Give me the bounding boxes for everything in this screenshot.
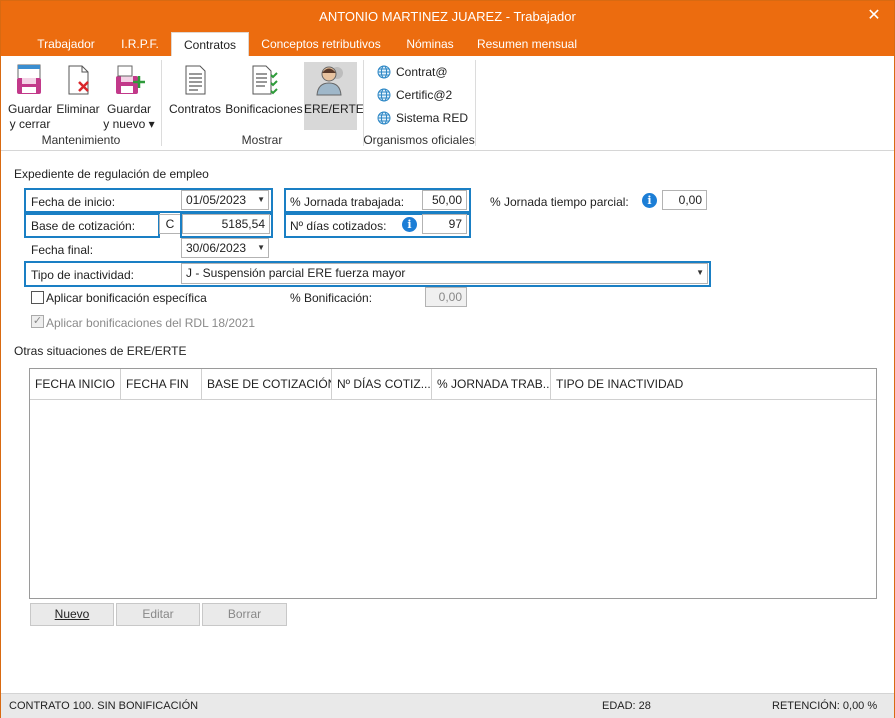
base-value-field[interactable]: 5185,54	[182, 214, 270, 234]
dias-field[interactable]: 97	[422, 214, 467, 234]
ribbon-separator	[475, 60, 476, 146]
status-retencion: RETENCIÓN: 0,00 %	[772, 700, 878, 712]
tab-conceptos-retributivos[interactable]: Conceptos retributivos	[249, 32, 393, 56]
jornada-parcial-field[interactable]: 0,00	[662, 190, 707, 210]
info-icon[interactable]: i	[642, 193, 657, 208]
sistema-red-button[interactable]: Sistema RED	[377, 109, 468, 127]
column-dias-cotizados[interactable]: Nº DÍAS COTIZ...	[332, 369, 432, 400]
column-base-cotizacion[interactable]: BASE DE COTIZACIÓN	[202, 369, 332, 400]
bonificaciones-button[interactable]: Bonificaciones	[225, 62, 303, 117]
jornada-label: % Jornada trabajada:	[290, 195, 405, 209]
bonif-especifica-label: Aplicar bonificación específica	[46, 291, 207, 305]
bonif-rdl-checkbox: ✓	[31, 315, 44, 328]
ere-erte-button[interactable]: ERE/ERTE	[304, 62, 364, 130]
jornada-parcial-label: % Jornada tiempo parcial:	[490, 195, 629, 209]
close-icon[interactable]: ✕	[864, 1, 884, 32]
chevron-down-icon[interactable]: ▼	[696, 264, 704, 282]
contrata-button[interactable]: Contrat@	[377, 63, 448, 81]
status-contrato: CONTRATO 100. SIN BONIFICACIÓN	[9, 700, 199, 712]
eliminar-button[interactable]: Eliminar	[55, 62, 101, 117]
tab-contratos[interactable]: Contratos	[171, 32, 249, 57]
contrata-label: Contrat@	[396, 65, 448, 79]
globe-icon	[377, 65, 391, 79]
title-bar: ANTONIO MARTINEZ JUAREZ - Trabajador ✕	[1, 1, 894, 32]
group-mantenimiento-label: Mantenimiento	[41, 133, 121, 147]
dias-label: Nº días cotizados:	[290, 219, 387, 233]
contract-document-icon	[185, 65, 206, 95]
sistema-red-label: Sistema RED	[396, 111, 469, 125]
tab-nominas[interactable]: Nóminas	[393, 32, 467, 56]
save-new-icon	[116, 65, 145, 94]
status-bar: CONTRATO 100. SIN BONIFICACIÓN EDAD: 28 …	[1, 693, 894, 718]
column-jornada[interactable]: % JORNADA TRAB...	[432, 369, 551, 400]
otras-title: Otras situaciones de ERE/ERTE	[14, 344, 187, 358]
bonificaciones-label: Bonificaciones	[225, 102, 303, 116]
contratos-button[interactable]: Contratos	[167, 62, 223, 117]
contratos-label: Contratos	[168, 102, 222, 116]
borrar-label: Borrar	[227, 607, 262, 621]
info-icon[interactable]: i	[402, 217, 417, 232]
column-fecha-fin[interactable]: FECHA FIN	[121, 369, 202, 400]
table-header: FECHA INICIO FECHA FIN BASE DE COTIZACIÓ…	[30, 369, 876, 400]
base-label: Base de cotización:	[31, 219, 136, 233]
bonif-rdl-label: Aplicar bonificaciones del RDL 18/2021	[46, 316, 256, 330]
fecha-inicio-label: Fecha de inicio:	[31, 195, 116, 209]
section-title: Expediente de regulación de empleo	[14, 167, 209, 181]
guardar-cerrar-line1: Guardar	[7, 102, 53, 116]
column-fecha-inicio[interactable]: FECHA INICIO	[30, 369, 121, 400]
tab-irpf[interactable]: I.R.P.F.	[109, 32, 171, 56]
guardar-nuevo-line1: Guardar	[106, 102, 152, 116]
bonif-especifica-checkbox[interactable]	[31, 291, 44, 304]
person-icon	[315, 66, 343, 96]
bonif-pct-label: % Bonificación:	[290, 291, 373, 305]
globe-icon	[377, 111, 391, 125]
tipo-label: Tipo de inactividad:	[31, 268, 134, 282]
fecha-final-value: 30/06/2023	[186, 241, 247, 255]
bonif-pct-field: 0,00	[425, 287, 467, 307]
fecha-final-label: Fecha final:	[31, 243, 94, 257]
chevron-down-icon[interactable]: ▼	[257, 239, 265, 257]
editar-label: Editar	[142, 607, 174, 621]
guardar-cerrar-line2: y cerrar	[9, 117, 51, 131]
save-close-icon	[17, 64, 41, 94]
tab-trabajador[interactable]: Trabajador	[23, 32, 109, 56]
bonus-checklist-icon	[252, 65, 278, 95]
nuevo-label: Nuevo	[54, 607, 90, 621]
ribbon: Guardar y cerrar Eliminar Guardar y nuev…	[1, 56, 894, 151]
editar-button[interactable]: Editar	[116, 603, 200, 626]
fecha-inicio-value: 01/05/2023	[186, 193, 247, 207]
jornada-field[interactable]: 50,00	[422, 190, 467, 210]
certifica-label: Certific@2	[396, 88, 453, 102]
tab-bar: Trabajador I.R.P.F. Contratos Conceptos …	[1, 32, 894, 57]
nuevo-button[interactable]: Nuevo	[30, 603, 114, 626]
eliminar-label: Eliminar	[56, 102, 100, 116]
tab-resumen-mensual[interactable]: Resumen mensual	[467, 32, 587, 56]
tipo-value: J - Suspensión parcial ERE fuerza mayor	[186, 266, 406, 280]
ere-erte-panel: Expediente de regulación de empleo Fecha…	[1, 152, 894, 692]
borrar-button[interactable]: Borrar	[202, 603, 287, 626]
column-tipo-inactividad[interactable]: TIPO DE INACTIVIDAD	[551, 369, 876, 400]
chevron-down-icon[interactable]: ▼	[257, 191, 265, 209]
delete-document-icon	[68, 65, 89, 95]
ere-erte-label: ERE/ERTE	[304, 102, 364, 116]
fecha-final-field[interactable]: 30/06/2023 ▼	[181, 238, 269, 258]
guardar-nuevo-button[interactable]: Guardar y nuevo ▾	[103, 62, 155, 132]
group-mostrar-label: Mostrar	[241, 133, 283, 147]
globe-icon	[377, 88, 391, 102]
certifica-button[interactable]: Certific@2	[377, 86, 452, 104]
window-title: ANTONIO MARTINEZ JUAREZ - Trabajador	[319, 9, 576, 24]
group-organismos-label: Organismos oficiales	[363, 133, 475, 147]
fecha-inicio-field[interactable]: 01/05/2023 ▼	[181, 190, 269, 210]
guardar-cerrar-button[interactable]: Guardar y cerrar	[7, 62, 53, 132]
worker-window: ANTONIO MARTINEZ JUAREZ - Trabajador ✕ T…	[0, 0, 895, 718]
status-edad: EDAD: 28	[602, 700, 651, 712]
base-code-field[interactable]: C	[159, 214, 181, 234]
otras-table[interactable]: FECHA INICIO FECHA FIN BASE DE COTIZACIÓ…	[29, 368, 877, 599]
guardar-nuevo-line2: y nuevo ▾	[103, 117, 155, 131]
tipo-select[interactable]: J - Suspensión parcial ERE fuerza mayor …	[181, 263, 708, 284]
